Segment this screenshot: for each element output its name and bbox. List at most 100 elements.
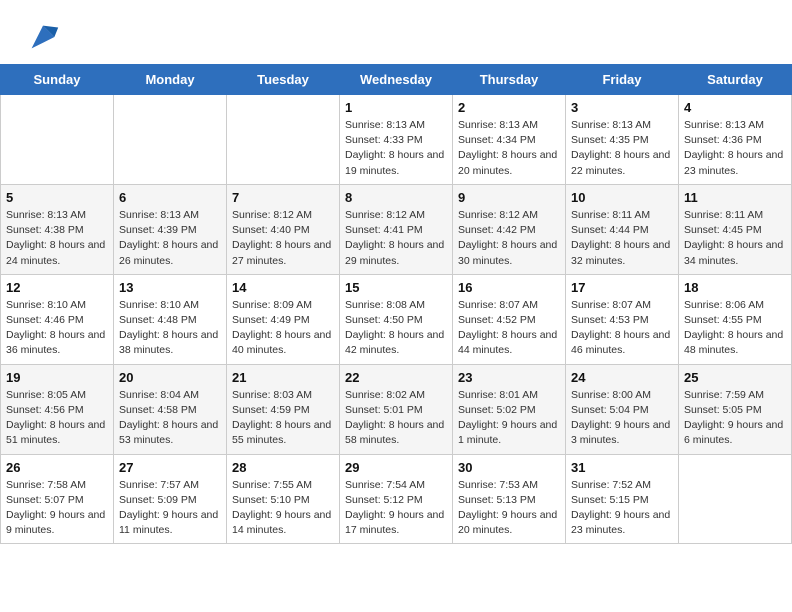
day-cell: 16 Sunrise: 8:07 AM Sunset: 4:52 PM Dayli… bbox=[453, 274, 566, 364]
day-info: Sunrise: 8:11 AM Sunset: 4:44 PM Dayligh… bbox=[571, 208, 673, 269]
day-number: 4 bbox=[684, 100, 786, 115]
day-info: Sunrise: 8:10 AM Sunset: 4:46 PM Dayligh… bbox=[6, 298, 108, 359]
weekday-row: SundayMondayTuesdayWednesdayThursdayFrid… bbox=[1, 65, 792, 95]
weekday-header-wednesday: Wednesday bbox=[340, 65, 453, 95]
day-info: Sunrise: 8:06 AM Sunset: 4:55 PM Dayligh… bbox=[684, 298, 786, 359]
day-cell: 29 Sunrise: 7:54 AM Sunset: 5:12 PM Dayli… bbox=[340, 454, 453, 544]
day-number: 31 bbox=[571, 460, 673, 475]
week-row-3: 12 Sunrise: 8:10 AM Sunset: 4:46 PM Dayli… bbox=[1, 274, 792, 364]
day-info: Sunrise: 8:13 AM Sunset: 4:38 PM Dayligh… bbox=[6, 208, 108, 269]
weekday-header-sunday: Sunday bbox=[1, 65, 114, 95]
calendar-header: SundayMondayTuesdayWednesdayThursdayFrid… bbox=[1, 65, 792, 95]
day-cell: 3 Sunrise: 8:13 AM Sunset: 4:35 PM Daylig… bbox=[566, 95, 679, 185]
day-cell: 25 Sunrise: 7:59 AM Sunset: 5:05 PM Dayli… bbox=[679, 364, 792, 454]
week-row-5: 26 Sunrise: 7:58 AM Sunset: 5:07 PM Dayli… bbox=[1, 454, 792, 544]
day-number: 27 bbox=[119, 460, 221, 475]
day-cell: 20 Sunrise: 8:04 AM Sunset: 4:58 PM Dayli… bbox=[114, 364, 227, 454]
day-cell: 31 Sunrise: 7:52 AM Sunset: 5:15 PM Dayli… bbox=[566, 454, 679, 544]
day-info: Sunrise: 8:05 AM Sunset: 4:56 PM Dayligh… bbox=[6, 388, 108, 449]
day-number: 29 bbox=[345, 460, 447, 475]
day-info: Sunrise: 8:11 AM Sunset: 4:45 PM Dayligh… bbox=[684, 208, 786, 269]
day-cell: 24Sunrise: 8:00 AM Sunset: 5:04 PM Dayli… bbox=[566, 364, 679, 454]
day-info: Sunrise: 7:59 AM Sunset: 5:05 PM Dayligh… bbox=[684, 388, 786, 449]
day-cell: 17 Sunrise: 8:07 AM Sunset: 4:53 PM Dayli… bbox=[566, 274, 679, 364]
day-number: 7 bbox=[232, 190, 334, 205]
day-cell bbox=[1, 95, 114, 185]
day-cell: 27 Sunrise: 7:57 AM Sunset: 5:09 PM Dayli… bbox=[114, 454, 227, 544]
day-info: Sunrise: 8:13 AM Sunset: 4:36 PM Dayligh… bbox=[684, 118, 786, 179]
day-number: 5 bbox=[6, 190, 108, 205]
day-info: Sunrise: 8:13 AM Sunset: 4:34 PM Dayligh… bbox=[458, 118, 560, 179]
day-number: 12 bbox=[6, 280, 108, 295]
day-cell: 8 Sunrise: 8:12 AM Sunset: 4:41 PM Daylig… bbox=[340, 184, 453, 274]
day-number: 28 bbox=[232, 460, 334, 475]
day-info: Sunrise: 7:57 AM Sunset: 5:09 PM Dayligh… bbox=[119, 478, 221, 539]
weekday-header-tuesday: Tuesday bbox=[227, 65, 340, 95]
day-info: Sunrise: 7:53 AM Sunset: 5:13 PM Dayligh… bbox=[458, 478, 560, 539]
logo-icon bbox=[24, 18, 62, 56]
day-info: Sunrise: 7:58 AM Sunset: 5:07 PM Dayligh… bbox=[6, 478, 108, 539]
day-number: 23 bbox=[458, 370, 560, 385]
day-cell: 22Sunrise: 8:02 AM Sunset: 5:01 PM Dayli… bbox=[340, 364, 453, 454]
day-cell: 1 Sunrise: 8:13 AM Sunset: 4:33 PM Daylig… bbox=[340, 95, 453, 185]
weekday-header-monday: Monday bbox=[114, 65, 227, 95]
day-cell: 5 Sunrise: 8:13 AM Sunset: 4:38 PM Daylig… bbox=[1, 184, 114, 274]
day-info: Sunrise: 7:54 AM Sunset: 5:12 PM Dayligh… bbox=[345, 478, 447, 539]
day-number: 17 bbox=[571, 280, 673, 295]
day-info: Sunrise: 8:07 AM Sunset: 4:53 PM Dayligh… bbox=[571, 298, 673, 359]
day-cell: 28 Sunrise: 7:55 AM Sunset: 5:10 PM Dayli… bbox=[227, 454, 340, 544]
day-number: 11 bbox=[684, 190, 786, 205]
day-cell: 7 Sunrise: 8:12 AM Sunset: 4:40 PM Daylig… bbox=[227, 184, 340, 274]
week-row-1: 1 Sunrise: 8:13 AM Sunset: 4:33 PM Daylig… bbox=[1, 95, 792, 185]
day-number: 15 bbox=[345, 280, 447, 295]
week-row-4: 19 Sunrise: 8:05 AM Sunset: 4:56 PM Dayli… bbox=[1, 364, 792, 454]
day-number: 19 bbox=[6, 370, 108, 385]
weekday-header-saturday: Saturday bbox=[679, 65, 792, 95]
day-number: 16 bbox=[458, 280, 560, 295]
day-number: 1 bbox=[345, 100, 447, 115]
weekday-header-thursday: Thursday bbox=[453, 65, 566, 95]
day-cell: 19 Sunrise: 8:05 AM Sunset: 4:56 PM Dayli… bbox=[1, 364, 114, 454]
day-cell bbox=[679, 454, 792, 544]
day-info: Sunrise: 8:01 AM Sunset: 5:02 PM Dayligh… bbox=[458, 388, 560, 449]
header bbox=[0, 0, 792, 64]
week-row-2: 5 Sunrise: 8:13 AM Sunset: 4:38 PM Daylig… bbox=[1, 184, 792, 274]
day-number: 26 bbox=[6, 460, 108, 475]
day-number: 13 bbox=[119, 280, 221, 295]
day-cell bbox=[114, 95, 227, 185]
calendar-body: 1 Sunrise: 8:13 AM Sunset: 4:33 PM Daylig… bbox=[1, 95, 792, 544]
day-cell: 6 Sunrise: 8:13 AM Sunset: 4:39 PM Daylig… bbox=[114, 184, 227, 274]
day-cell: 15 Sunrise: 8:08 AM Sunset: 4:50 PM Dayli… bbox=[340, 274, 453, 364]
day-number: 30 bbox=[458, 460, 560, 475]
day-cell: 4 Sunrise: 8:13 AM Sunset: 4:36 PM Daylig… bbox=[679, 95, 792, 185]
day-info: Sunrise: 7:55 AM Sunset: 5:10 PM Dayligh… bbox=[232, 478, 334, 539]
day-info: Sunrise: 8:12 AM Sunset: 4:40 PM Dayligh… bbox=[232, 208, 334, 269]
day-number: 25 bbox=[684, 370, 786, 385]
day-number: 6 bbox=[119, 190, 221, 205]
day-info: Sunrise: 8:04 AM Sunset: 4:58 PM Dayligh… bbox=[119, 388, 221, 449]
day-info: Sunrise: 8:07 AM Sunset: 4:52 PM Dayligh… bbox=[458, 298, 560, 359]
day-cell: 14Sunrise: 8:09 AM Sunset: 4:49 PM Dayli… bbox=[227, 274, 340, 364]
day-number: 20 bbox=[119, 370, 221, 385]
day-number: 9 bbox=[458, 190, 560, 205]
day-number: 10 bbox=[571, 190, 673, 205]
day-number: 3 bbox=[571, 100, 673, 115]
day-cell: 26 Sunrise: 7:58 AM Sunset: 5:07 PM Dayli… bbox=[1, 454, 114, 544]
day-number: 24 bbox=[571, 370, 673, 385]
day-cell: 13 Sunrise: 8:10 AM Sunset: 4:48 PM Dayli… bbox=[114, 274, 227, 364]
day-cell: 2Sunrise: 8:13 AM Sunset: 4:34 PM Daylig… bbox=[453, 95, 566, 185]
day-info: Sunrise: 8:08 AM Sunset: 4:50 PM Dayligh… bbox=[345, 298, 447, 359]
day-info: Sunrise: 8:10 AM Sunset: 4:48 PM Dayligh… bbox=[119, 298, 221, 359]
day-cell: 10 Sunrise: 8:11 AM Sunset: 4:44 PM Dayli… bbox=[566, 184, 679, 274]
day-number: 8 bbox=[345, 190, 447, 205]
day-cell bbox=[227, 95, 340, 185]
day-info: Sunrise: 8:13 AM Sunset: 4:35 PM Dayligh… bbox=[571, 118, 673, 179]
day-info: Sunrise: 8:13 AM Sunset: 4:33 PM Dayligh… bbox=[345, 118, 447, 179]
day-cell: 12 Sunrise: 8:10 AM Sunset: 4:46 PM Dayli… bbox=[1, 274, 114, 364]
day-info: Sunrise: 7:52 AM Sunset: 5:15 PM Dayligh… bbox=[571, 478, 673, 539]
day-info: Sunrise: 8:02 AM Sunset: 5:01 PM Dayligh… bbox=[345, 388, 447, 449]
calendar-table: SundayMondayTuesdayWednesdayThursdayFrid… bbox=[0, 64, 792, 544]
day-info: Sunrise: 8:12 AM Sunset: 4:41 PM Dayligh… bbox=[345, 208, 447, 269]
day-info: Sunrise: 8:13 AM Sunset: 4:39 PM Dayligh… bbox=[119, 208, 221, 269]
day-cell: 23 Sunrise: 8:01 AM Sunset: 5:02 PM Dayli… bbox=[453, 364, 566, 454]
